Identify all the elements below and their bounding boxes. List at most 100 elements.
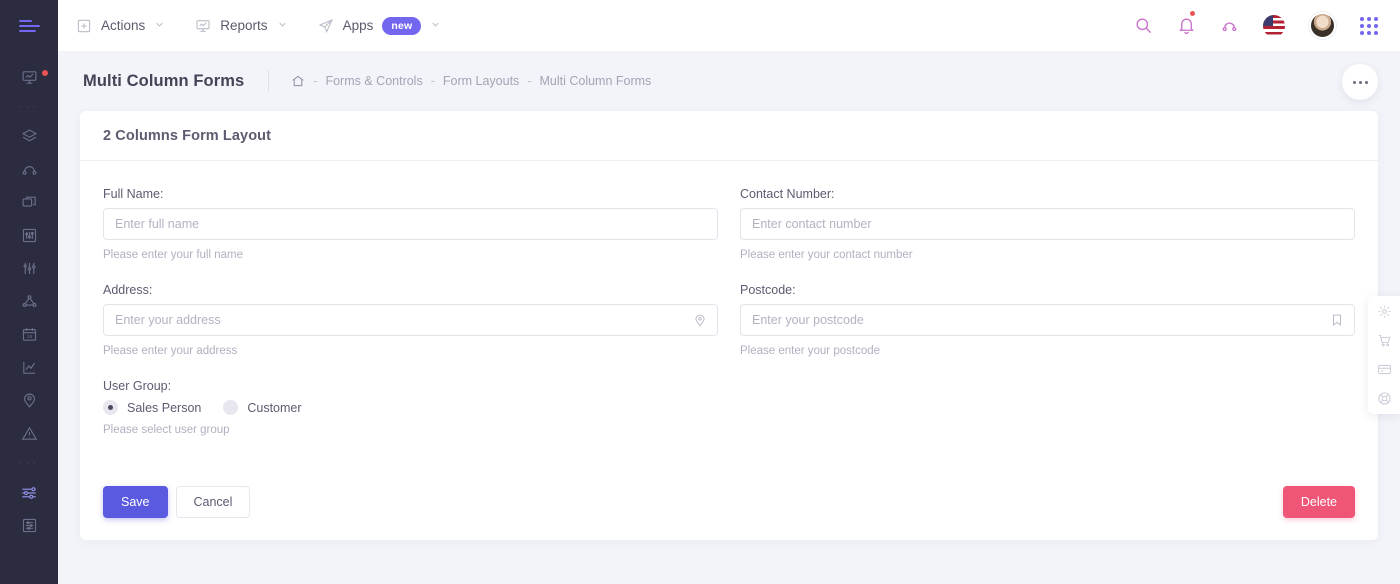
form-row-3: User Group: Sales Person Customer [103,379,1355,458]
nav-item-apps[interactable]: Apps new [318,17,442,35]
radio-customer[interactable] [223,400,238,415]
divider [268,70,269,92]
sidebar-item-chat[interactable] [0,153,58,186]
user-group-radio-group: Sales Person Customer [103,400,718,415]
chevron-down-icon [430,18,441,33]
sidebar-item-presentation-chart[interactable] [0,61,58,94]
bell-icon[interactable] [1177,16,1196,35]
radio-sales-person[interactable] [103,400,118,415]
notification-dot [1190,11,1195,16]
app-root: ··· 15 [0,0,1400,584]
sidebar-item-layers[interactable] [0,120,58,153]
delete-button[interactable]: Delete [1283,486,1355,518]
form-col-empty [740,379,1355,458]
search-icon[interactable] [1134,16,1153,35]
sidebar-item-windows[interactable] [0,186,58,219]
sidebar: ··· 15 [0,0,58,584]
field-contact-number: Contact Number: Please enter your contac… [740,187,1355,261]
hamburger-menu-icon [19,20,40,32]
page-header: Multi Column Forms - Forms & Controls - … [80,51,1378,111]
breadcrumb-separator: - [527,74,531,88]
paper-plane-icon [318,18,334,34]
nav-item-actions[interactable]: Actions [76,18,165,34]
address-input[interactable] [103,304,718,336]
cancel-button[interactable]: Cancel [176,486,251,518]
nav-item-reports[interactable]: Reports [195,18,287,34]
grid-apps-icon[interactable] [1360,17,1378,35]
more-options-button[interactable] [1342,64,1378,100]
page-title: Multi Column Forms [83,72,244,91]
main-area: Actions Reports [58,0,1400,584]
topbar-nav: Actions Reports [76,17,441,35]
save-button[interactable]: Save [103,486,168,518]
form-col-user-group: User Group: Sales Person Customer [103,379,718,458]
sidebar-separator-2: ··· [0,450,58,476]
help-address: Please enter your address [103,345,718,357]
form-col-postcode: Postcode: Please enter your postcode [740,283,1355,379]
breadcrumb-item-current: Multi Column Forms [539,74,651,88]
field-address: Address: Please enter your address [103,283,718,357]
sidebar-item-calendar[interactable]: 15 [0,318,58,351]
sidebar-separator: ··· [0,94,58,120]
flag-us-icon[interactable] [1263,15,1285,37]
breadcrumb: - Forms & Controls - Form Layouts - Mult… [291,74,651,88]
lifebuoy-icon[interactable] [1377,391,1392,406]
field-postcode: Postcode: Please enter your postcode [740,283,1355,357]
sidebar-badge-dot [42,70,48,76]
breadcrumb-item-form-layouts[interactable]: Form Layouts [443,74,519,88]
full-name-input[interactable] [103,208,718,240]
sidebar-item-control-panel[interactable] [0,509,58,542]
form-card: 2 Columns Form Layout Full Name: Please … [80,111,1378,540]
card-body: Full Name: Please enter your full name C… [80,161,1378,458]
chevron-down-icon [277,18,288,33]
topbar-right [1134,12,1378,39]
presentation-icon [195,18,211,34]
card-header: 2 Columns Form Layout [80,111,1378,161]
sidebar-item-share-nodes[interactable] [0,285,58,318]
radio-label-sales-person: Sales Person [127,401,201,415]
form-row-2: Address: Please enter your address [103,283,1355,379]
field-full-name: Full Name: Please enter your full name [103,187,718,261]
sidebar-items: ··· 15 [0,51,58,542]
breadcrumb-item-forms-controls[interactable]: Forms & Controls [325,74,422,88]
postcode-input[interactable] [740,304,1355,336]
form-col-address: Address: Please enter your address [103,283,718,379]
nav-badge-new: new [382,17,421,35]
sidebar-item-sliders[interactable] [0,252,58,285]
home-icon[interactable] [291,74,305,88]
add-square-icon [76,18,92,34]
radio-item-customer[interactable]: Customer [223,400,301,415]
chat-icon[interactable] [1220,16,1239,35]
shopping-cart-icon[interactable] [1377,333,1392,348]
sidebar-item-line-chart[interactable] [0,351,58,384]
nav-label-apps: Apps [343,18,374,33]
sidebar-item-warning[interactable] [0,417,58,450]
topbar: Actions Reports [58,0,1400,51]
label-address: Address: [103,283,718,297]
card-title: 2 Columns Form Layout [103,128,271,144]
form-row-1: Full Name: Please enter your full name C… [103,187,1355,283]
sidebar-item-settings-sliders[interactable] [0,476,58,509]
sidebar-item-user-location[interactable] [0,384,58,417]
content-area: Multi Column Forms - Forms & Controls - … [58,51,1400,584]
nav-label-reports: Reports [220,18,267,33]
credit-card-icon[interactable] [1377,362,1392,377]
sidebar-item-equalizer-panel[interactable] [0,219,58,252]
help-contact-number: Please enter your contact number [740,249,1355,261]
help-user-group: Please select user group [103,424,718,436]
sidebar-toggle-button[interactable] [0,0,58,51]
card-footer: Save Cancel Delete [80,464,1378,540]
field-user-group: User Group: Sales Person Customer [103,379,718,436]
label-contact-number: Contact Number: [740,187,1355,201]
chevron-down-icon [154,18,165,33]
form-col-contact-number: Contact Number: Please enter your contac… [740,187,1355,283]
gear-icon[interactable] [1377,304,1392,319]
avatar[interactable] [1309,12,1336,39]
radio-label-customer: Customer [247,401,301,415]
radio-item-sales-person[interactable]: Sales Person [103,400,201,415]
breadcrumb-separator: - [313,74,317,88]
float-panel [1368,296,1400,414]
nav-label-actions: Actions [101,18,145,33]
contact-number-input[interactable] [740,208,1355,240]
input-wrap-address [103,304,718,336]
